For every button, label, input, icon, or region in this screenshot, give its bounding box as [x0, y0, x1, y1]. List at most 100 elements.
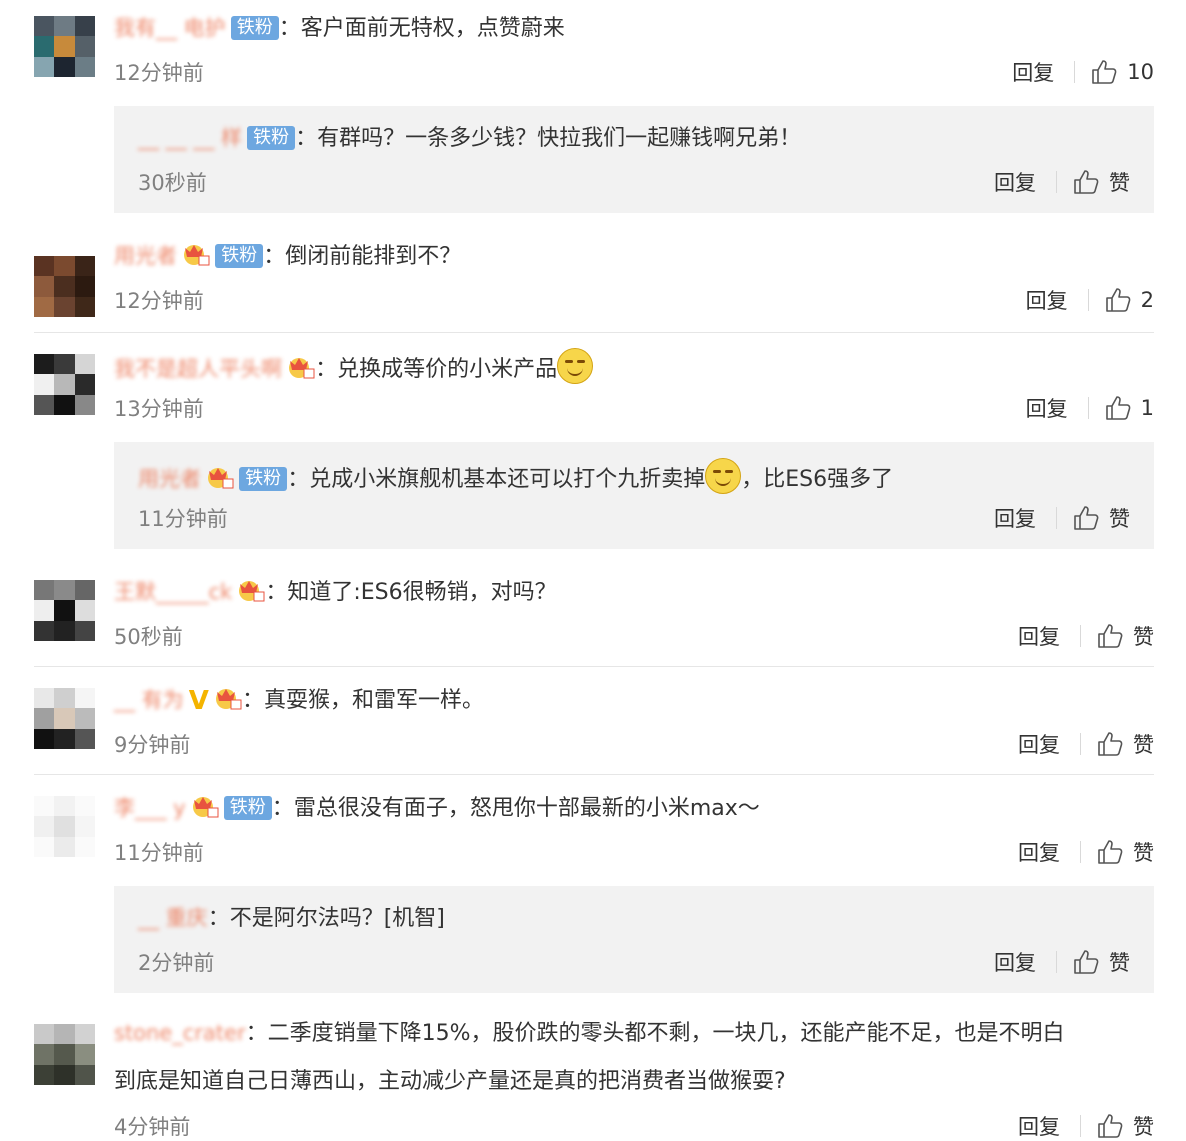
comment-text: 雷总很没有面子，怒甩你十部最新的小米max～ [293, 796, 760, 821]
comment-text: 兑成小米旗舰机基本还可以打个九折卖掉 [309, 467, 706, 492]
colon: ： [278, 16, 301, 41]
like-label[interactable]: 赞 [1109, 503, 1130, 533]
comment-actions: 回复 赞 [994, 947, 1130, 977]
comment-text: 兑换成等价的小米产品 [337, 357, 558, 382]
like-count[interactable]: 2 [1141, 288, 1154, 312]
divider [1056, 171, 1057, 193]
crown-icon [192, 797, 219, 818]
colon: ： [295, 126, 318, 151]
comment-text: 二季度销量下降15%，股价跌的零头都不剩，一块几，还能产能不足，也是不明白 [267, 1021, 1065, 1046]
divider [1080, 625, 1081, 647]
thumbs-up-icon[interactable] [1105, 287, 1131, 313]
avatar[interactable] [34, 354, 95, 415]
reply-button[interactable]: 回复 [1012, 57, 1054, 87]
thumbs-up-icon[interactable] [1073, 169, 1099, 195]
username[interactable]: 王默_____ck [114, 580, 232, 604]
like-label[interactable]: 赞 [1133, 1111, 1154, 1141]
avatar[interactable] [34, 256, 95, 317]
divider [1087, 397, 1089, 419]
thumbs-up-icon[interactable] [1073, 949, 1099, 975]
username[interactable]: 用光者 [138, 467, 201, 491]
laugh-emoji-icon [705, 458, 742, 494]
reply-button[interactable]: 回复 [1026, 285, 1068, 315]
comment-text: 倒闭前能排到不？ [285, 244, 462, 269]
username[interactable]: __ 有为 [114, 688, 184, 712]
crown-icon [184, 245, 210, 266]
fan-badge: 铁粉 [239, 467, 288, 491]
colon: ： [265, 580, 288, 605]
username[interactable]: __ 重庆 [138, 906, 208, 930]
colon: ： [245, 1021, 268, 1046]
reply-button[interactable]: 回复 [1018, 621, 1060, 651]
thumbs-up-icon[interactable] [1097, 839, 1123, 865]
comment-actions: 回复 赞 [1018, 729, 1154, 759]
comment-header: 用光者 铁粉 ：兑成小米旗舰机基本还可以打个九折卖掉 ，比ES6强多了 [138, 458, 893, 494]
username[interactable]: 用光者 [114, 244, 177, 268]
thumbs-up-icon[interactable] [1097, 623, 1123, 649]
like-count[interactable]: 10 [1127, 60, 1154, 84]
comment-text: 客户面前无特权，点赞蔚来 [300, 16, 565, 41]
comment-text: 知道了:ES6很畅销，对吗？ [287, 580, 557, 605]
comment-actions: 回复 2 [1026, 285, 1154, 315]
comment-time: 12分钟前 [114, 61, 204, 85]
comment-header: __ 有为 V ：真耍猴，和雷军一样。 [114, 684, 484, 716]
comment-header: __ __ __ 样 铁粉 ：有群吗？一条多少钱？快拉我们一起赚钱啊兄弟！ [138, 122, 801, 153]
colon: ： [287, 467, 310, 492]
thumbs-up-icon[interactable] [1091, 59, 1117, 85]
divider [1087, 289, 1089, 311]
divider [1080, 841, 1081, 863]
like-count[interactable]: 1 [1141, 396, 1154, 420]
comment-time: 30秒前 [138, 171, 207, 195]
like-label[interactable]: 赞 [1109, 947, 1130, 977]
username[interactable]: __ __ __ 样 [138, 126, 242, 150]
comment-header: 王默_____ck ：知道了:ES6很畅销，对吗？ [114, 576, 557, 607]
comment-time: 2分钟前 [138, 951, 215, 975]
reply-button[interactable]: 回复 [1026, 393, 1068, 423]
colon: ： [207, 906, 230, 931]
reply-button[interactable]: 回复 [994, 503, 1036, 533]
comment-time: 13分钟前 [114, 397, 204, 421]
comment-actions: 回复 赞 [994, 167, 1130, 197]
avatar[interactable] [34, 580, 95, 641]
username[interactable]: 李___ y [114, 796, 186, 820]
colon: ： [315, 357, 338, 382]
avatar[interactable] [34, 796, 95, 857]
username[interactable]: stone_crater [114, 1021, 246, 1045]
avatar[interactable] [34, 688, 95, 749]
comment-header: 我有__ 电护 铁粉 ：客户面前无特权，点赞蔚来 [114, 12, 565, 43]
avatar[interactable] [34, 1024, 95, 1085]
like-label[interactable]: 赞 [1133, 837, 1154, 867]
grin-emoji-icon [557, 348, 594, 384]
username[interactable]: 我有__ 电护 [114, 16, 226, 40]
like-label[interactable]: 赞 [1109, 167, 1130, 197]
comment-header: __ 重庆：不是阿尔法吗？[机智] [138, 902, 445, 933]
username[interactable]: 我不是超人平头啊 [114, 357, 282, 381]
like-label[interactable]: 赞 [1133, 729, 1154, 759]
comment-text: 不是阿尔法吗？[机智] [229, 906, 445, 931]
separator [34, 332, 1154, 333]
comment-time: 11分钟前 [138, 507, 228, 531]
reply-button[interactable]: 回复 [1018, 837, 1060, 867]
comment-text-tail: ，比ES6强多了 [741, 467, 894, 492]
fan-badge: 铁粉 [230, 16, 279, 40]
avatar[interactable] [34, 16, 95, 77]
separator [34, 666, 1154, 667]
crown-icon [289, 358, 315, 379]
reply-button[interactable]: 回复 [994, 167, 1036, 197]
crown-icon [216, 689, 242, 710]
reply-button[interactable]: 回复 [1018, 1111, 1060, 1141]
reply-button[interactable]: 回复 [994, 947, 1036, 977]
verified-v-icon: V [188, 686, 209, 716]
comment-time: 9分钟前 [114, 733, 191, 757]
thumbs-up-icon[interactable] [1105, 395, 1131, 421]
comment-time: 4分钟前 [114, 1115, 191, 1139]
thumbs-up-icon[interactable] [1097, 731, 1123, 757]
comment-actions: 回复 赞 [1018, 837, 1154, 867]
thumbs-up-icon[interactable] [1097, 1113, 1123, 1139]
reply-button[interactable]: 回复 [1018, 729, 1060, 759]
thumbs-up-icon[interactable] [1073, 505, 1099, 531]
comment-time: 50秒前 [114, 625, 183, 649]
like-label[interactable]: 赞 [1133, 621, 1154, 651]
fan-badge: 铁粉 [215, 244, 264, 268]
crown-icon [208, 468, 234, 489]
